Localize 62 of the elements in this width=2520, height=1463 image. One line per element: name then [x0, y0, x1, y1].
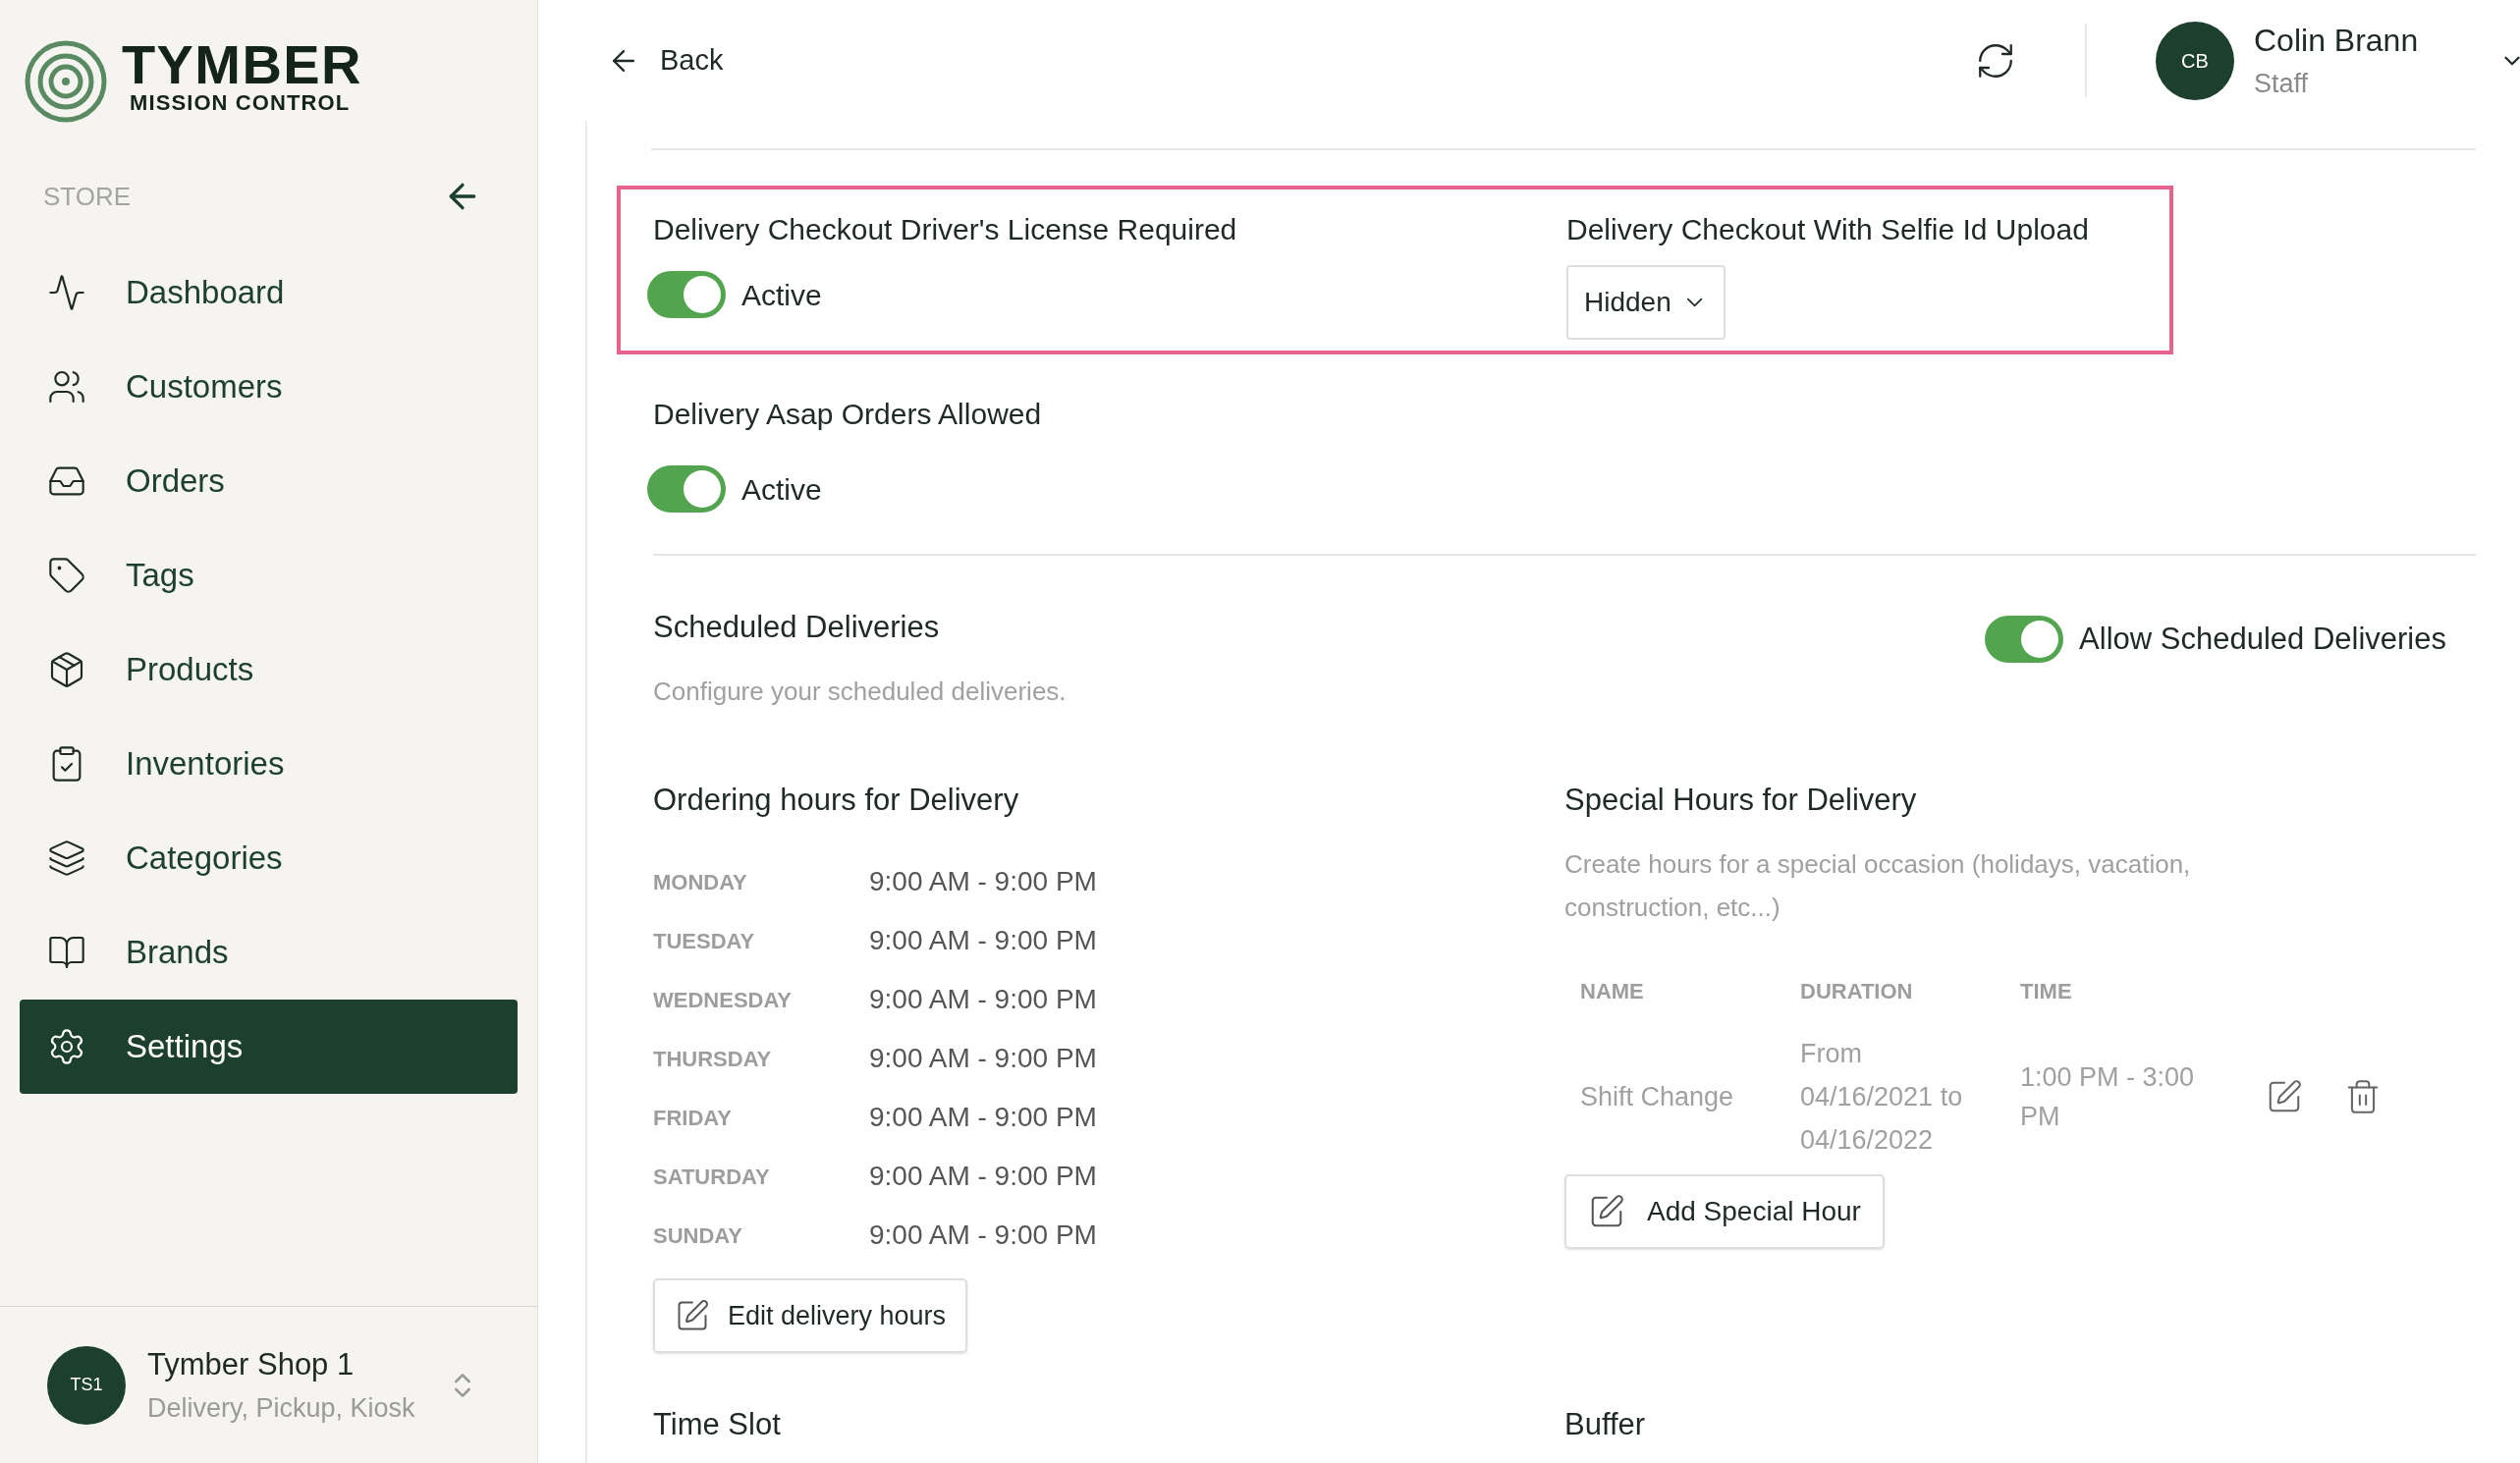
toggle-switch[interactable]: [1985, 616, 2064, 663]
table-cell-text: Shift Change: [1580, 1080, 1735, 1113]
toggle-status: Active: [741, 471, 822, 508]
hours-text: 9:00 AM - 9:00 PM: [869, 865, 1097, 898]
hours-text: 9:00 AM - 9:00 PM: [869, 1101, 1097, 1134]
add-special-hour-button[interactable]: Add Special Hour: [1564, 1174, 1885, 1249]
store-name: Tymber Shop 1: [147, 1346, 356, 1383]
nav-item[interactable]: Tags: [20, 528, 518, 623]
hours-text: 9:00 AM - 9:00 PM: [869, 1160, 1097, 1193]
nav-item[interactable]: Categories: [20, 811, 518, 905]
hours-text: 9:00 AM - 9:00 PM: [869, 983, 1097, 1016]
toggle-switch[interactable]: [647, 465, 726, 513]
column-header: NAME: [1580, 977, 1645, 1005]
toggle-status: Active: [741, 277, 822, 313]
user-role: Staff: [2254, 68, 2310, 101]
logo-icon: [24, 39, 108, 124]
section-title: Ordering hours for Delivery: [653, 781, 1020, 819]
back-link[interactable]: Back: [660, 38, 724, 82]
visibility-dropdown[interactable]: Hidden: [1566, 265, 1726, 340]
setting-label: Delivery Asap Orders Allowed: [653, 397, 1043, 432]
user-name: Colin Brann: [2254, 22, 2420, 61]
user-avatar: CB: [2156, 21, 2234, 100]
edit-hours-button[interactable]: Edit delivery hours: [653, 1278, 968, 1353]
toggle-label: Allow Scheduled Deliveries: [2079, 620, 2446, 658]
nav-item[interactable]: Brands: [20, 905, 518, 1000]
nav-item[interactable]: Dashboard: [20, 245, 518, 340]
hours-text: 9:00 AM - 9:00 PM: [869, 1042, 1097, 1075]
weekday-label: WEDNESDAY: [653, 986, 793, 1014]
hours-text: 9:00 AM - 9:00 PM: [869, 1219, 1097, 1252]
weekday-label: MONDAY: [653, 868, 748, 896]
store-avatar: TS1: [47, 1345, 126, 1425]
hours-text: 9:00 AM - 9:00 PM: [869, 924, 1097, 957]
activity-icon: [47, 273, 86, 312]
weekday-label: TUESDAY: [653, 927, 756, 955]
store-services: Delivery, Pickup, Kiosk: [147, 1391, 416, 1425]
logo-title: TYMBER: [122, 39, 362, 90]
toggle-switch[interactable]: [647, 271, 726, 318]
section-description: Create hours for a special occasion (holidays, vacation, construction, etc...): [1564, 848, 2192, 924]
section-title: Time Slot: [653, 1406, 782, 1443]
nav-item[interactable]: Inventories: [20, 717, 518, 811]
layers-icon: [47, 839, 86, 878]
setting-label: Delivery Checkout With Selfie Id Upload: [1566, 212, 2089, 247]
weekday-label: SATURDAY: [653, 1163, 771, 1191]
section-title: Special Hours for Delivery: [1564, 781, 1918, 819]
nav-item[interactable]: Customers: [20, 340, 518, 434]
section-label: STORE: [43, 180, 132, 213]
nav-item[interactable]: Orders: [20, 434, 518, 528]
tag-icon: [47, 556, 86, 595]
weekday-label: SUNDAY: [653, 1221, 743, 1250]
nav-item[interactable]: Settings: [20, 1000, 518, 1094]
nav-item[interactable]: Products: [20, 623, 518, 717]
weekday-label: FRIDAY: [653, 1104, 733, 1132]
weekday-label: THURSDAY: [653, 1045, 773, 1073]
table-cell-text: 1:00 PM - 3:00 PM: [2020, 1061, 2196, 1133]
section-description: Configure your scheduled deliveries.: [653, 675, 1067, 708]
setting-label: Delivery Checkout Driver's License Required: [653, 212, 1238, 247]
section-title: Scheduled Deliveries: [653, 609, 941, 646]
table-cell-text: From 04/16/2021 to 04/16/2022: [1800, 1038, 1964, 1157]
column-header: TIME: [2020, 977, 2073, 1005]
section-title: Buffer: [1564, 1406, 1647, 1443]
column-header: DURATION: [1800, 977, 1914, 1005]
logo-subtitle: MISSION CONTROL: [129, 90, 352, 116]
